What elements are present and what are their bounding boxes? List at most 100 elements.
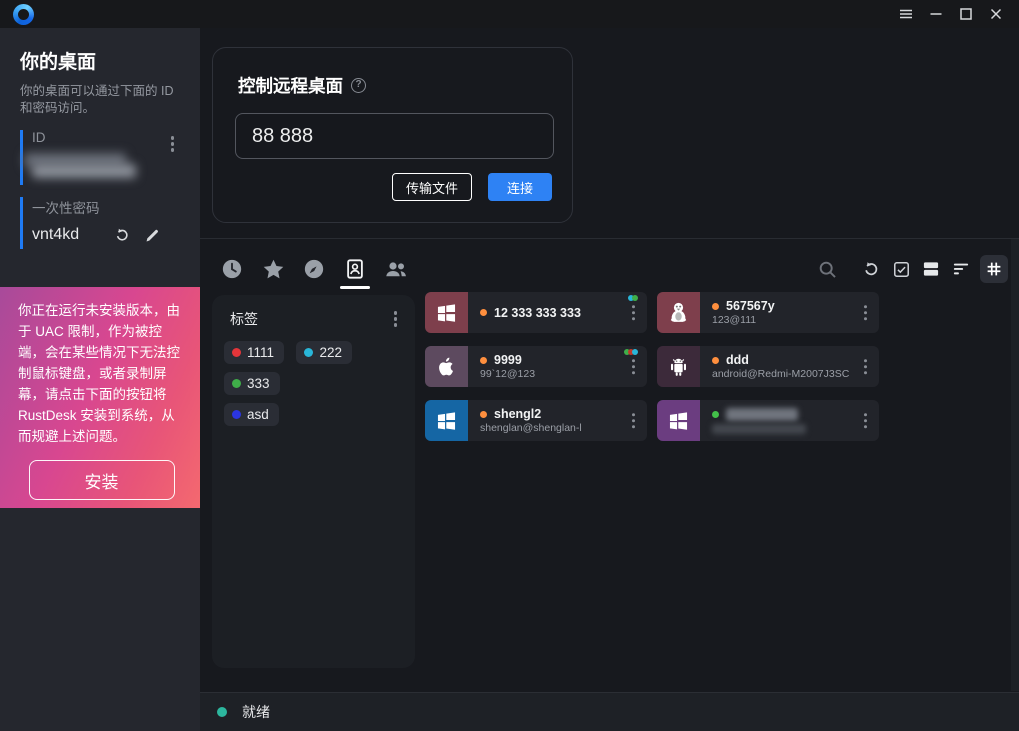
sidebar: 你的桌面 你的桌面可以通过下面的 ID 和密码访问。 ID 一次性密码 vnt4… (0, 28, 200, 731)
tag-label: 333 (247, 376, 270, 391)
peer-subtitle: shenglan@shenglan-l (480, 422, 582, 434)
install-notice-panel: 你正在运行未安装版本，由于 UAC 限制，作为被控端，会在某些情况下无法控制鼠标… (0, 287, 200, 508)
main-area: 控制远程桌面 ? 传输文件 连接 (200, 28, 1019, 731)
tag-chip[interactable]: asd (224, 403, 279, 426)
control-remote-desktop-card: 控制远程桌面 ? 传输文件 连接 (212, 47, 573, 223)
peer-menu-kebab-icon[interactable] (860, 409, 872, 433)
tab-favorites[interactable] (261, 257, 285, 281)
apple-icon (425, 346, 468, 387)
card-view-icon[interactable] (920, 258, 942, 280)
tab-address-book[interactable] (343, 257, 367, 281)
password-label: 一次性密码 (32, 197, 100, 217)
install-button[interactable]: 安装 (29, 460, 175, 500)
status-dot (480, 357, 487, 364)
windows-icon (425, 292, 468, 333)
status-text: 就绪 (242, 702, 270, 722)
peer-name-redacted (726, 408, 798, 421)
peer-card[interactable]: ddd android@Redmi-M2007J3SC (657, 346, 879, 387)
peer-name: 12 333 333 333 (494, 306, 581, 320)
tab-group[interactable] (384, 257, 408, 281)
tag-list: 1111 222 333 asd (220, 337, 407, 430)
peer-menu-kebab-icon[interactable] (628, 355, 640, 379)
status-dot (480, 411, 487, 418)
install-notice-text: 你正在运行未安装版本，由于 UAC 限制，作为被控端，会在某些情况下无法控制鼠标… (18, 300, 185, 447)
android-icon (657, 346, 700, 387)
section-divider (200, 238, 1019, 239)
peer-subtitle: 99`12@123 (480, 368, 535, 380)
status-dot (712, 357, 719, 364)
peer-actions (816, 255, 1008, 283)
peer-card[interactable]: shengl2 shenglan@shenglan-l (425, 400, 647, 441)
peer-name: shengl2 (494, 407, 541, 421)
connect-button[interactable]: 连接 (488, 173, 552, 201)
scrollbar[interactable] (1011, 239, 1019, 691)
peer-grid: 12 333 333 333 567567y 123@111 (425, 292, 885, 441)
status-dot (480, 309, 487, 316)
tag-color-dot (232, 410, 241, 419)
peer-name: 9999 (494, 353, 522, 367)
status-dot (712, 411, 719, 418)
tab-recent-sessions[interactable] (220, 257, 244, 281)
peer-card[interactable]: 9999 99`12@123 (425, 346, 647, 387)
edit-password-icon[interactable] (144, 226, 161, 244)
password-value: vnt4kd (32, 226, 79, 244)
tab-discovered[interactable] (302, 257, 326, 281)
tag-color-dot (304, 348, 313, 357)
tags-title: 标签 (230, 309, 258, 329)
tag-chip[interactable]: 1111 (224, 341, 284, 364)
grid-view-icon[interactable] (980, 255, 1008, 283)
sidebar-description: 你的桌面可以通过下面的 ID 和密码访问。 (20, 83, 182, 117)
peer-name: 567567y (726, 299, 775, 313)
peer-name: ddd (726, 353, 749, 367)
refresh-icon[interactable] (860, 258, 882, 280)
peer-menu-kebab-icon[interactable] (628, 409, 640, 433)
menu-icon[interactable] (891, 0, 921, 28)
peer-subtitle: android@Redmi-M2007J3SC (712, 368, 849, 380)
linux-icon (657, 292, 700, 333)
peer-subtitle-redacted (712, 424, 806, 434)
id-section: ID (20, 130, 200, 185)
windows-icon (657, 400, 700, 441)
id-label: ID (32, 130, 46, 145)
peers-toolbar (200, 247, 1019, 291)
peer-card[interactable]: 12 333 333 333 (425, 292, 647, 333)
status-bar: 就绪 (200, 692, 1019, 731)
status-dot (217, 707, 227, 717)
refresh-password-icon[interactable] (113, 226, 131, 244)
remote-id-input[interactable] (235, 113, 554, 159)
status-dot (712, 303, 719, 310)
tag-label: asd (247, 407, 269, 422)
sort-icon[interactable] (950, 258, 972, 280)
window-controls (891, 0, 1011, 28)
tag-label: 222 (319, 345, 342, 360)
select-checkbox-icon[interactable] (890, 258, 912, 280)
minimize-button[interactable] (921, 0, 951, 28)
peer-card[interactable]: 567567y 123@111 (657, 292, 879, 333)
close-button[interactable] (981, 0, 1011, 28)
tag-color-dot (232, 348, 241, 357)
connect-title: 控制远程桌面 (238, 73, 343, 98)
tags-menu-kebab-icon[interactable] (390, 307, 402, 331)
sidebar-title: 你的桌面 (20, 47, 180, 74)
title-bar (0, 0, 1019, 28)
id-value-redacted (32, 153, 200, 185)
maximize-button[interactable] (951, 0, 981, 28)
peer-card[interactable] (657, 400, 879, 441)
peer-menu-kebab-icon[interactable] (860, 355, 872, 379)
tag-chip[interactable]: 333 (224, 372, 280, 395)
peer-tabs (220, 257, 408, 281)
transfer-file-button[interactable]: 传输文件 (392, 173, 472, 201)
peer-menu-kebab-icon[interactable] (628, 301, 640, 325)
windows-icon (425, 400, 468, 441)
tags-panel: 标签 1111 222 333 asd (212, 295, 415, 668)
tag-color-dot (232, 379, 241, 388)
search-icon[interactable] (816, 258, 838, 280)
peer-subtitle: 123@111 (712, 314, 775, 326)
rustdesk-logo-icon (13, 4, 34, 25)
tag-chip[interactable]: 222 (296, 341, 352, 364)
one-time-password-section: 一次性密码 vnt4kd (20, 197, 200, 249)
peer-menu-kebab-icon[interactable] (860, 301, 872, 325)
id-menu-kebab-icon[interactable] (167, 132, 179, 156)
tag-label: 1111 (247, 345, 274, 360)
help-icon[interactable]: ? (351, 78, 366, 93)
